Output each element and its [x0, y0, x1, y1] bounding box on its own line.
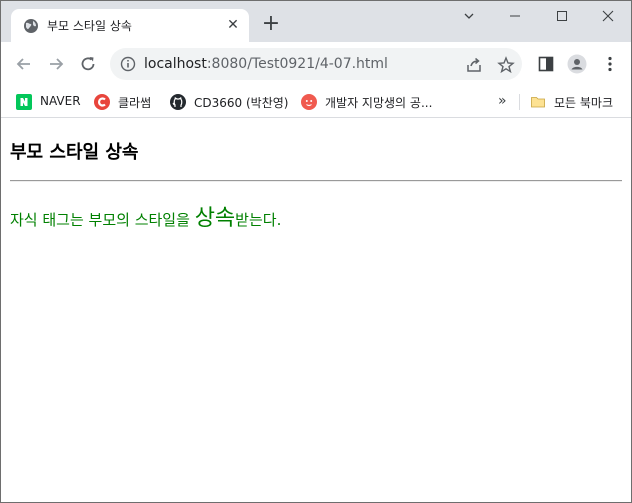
folder-icon	[531, 97, 545, 108]
url-path: :8080/Test0921/4-07.html	[206, 56, 388, 72]
title-bar: 부모 스타일 상속 ✕ +	[1, 1, 631, 42]
profile-avatar-icon[interactable]	[567, 54, 587, 74]
bookmark-label: NAVER	[40, 94, 81, 108]
page-heading: 부모 스타일 상속	[10, 142, 139, 163]
bookmark-label: CD3660 (박찬영)	[194, 96, 289, 110]
blog-icon	[301, 94, 317, 110]
address-bar[interactable]: localhost:8080/Test0921/4-07.html	[110, 48, 522, 80]
share-icon[interactable]	[465, 56, 483, 74]
github-icon	[170, 94, 186, 110]
info-icon[interactable]	[120, 56, 136, 72]
chevron-down-icon	[464, 13, 474, 19]
bookmark-label: 개발자 지망생의 공...	[325, 96, 433, 110]
side-panel-icon[interactable]	[536, 54, 556, 74]
back-icon[interactable]	[14, 54, 34, 74]
para-text-after: 받는다.	[235, 211, 282, 229]
para-text-before: 자식 태그는 부모의 스타일을	[10, 211, 195, 229]
tab-close-icon[interactable]: ✕	[225, 17, 241, 33]
inherit-paragraph: 자식 태그는 부모의 스타일을 상속받는다.	[10, 200, 281, 232]
browser-window: 부모 스타일 상속 ✕ + localhost:8080/Test0921/4-…	[0, 0, 632, 503]
active-tab[interactable]: 부모 스타일 상속 ✕	[11, 9, 249, 42]
reload-icon[interactable]	[78, 54, 98, 74]
para-emphasis: 상속	[194, 206, 236, 231]
star-icon[interactable]	[497, 56, 515, 74]
bookmark-label: 클라썸	[118, 96, 152, 110]
bookmarks-overflow-button[interactable]: »	[498, 93, 507, 113]
page-content: 부모 스타일 상속 자식 태그는 부모의 스타일을 상속받는다.	[1, 118, 631, 502]
minimize-button[interactable]	[492, 1, 538, 31]
globe-icon	[24, 19, 38, 33]
naver-icon	[16, 94, 32, 110]
maximize-icon	[557, 11, 567, 21]
tab-search-button[interactable]	[446, 1, 492, 31]
bookmark-label: 모든 북마크	[554, 96, 614, 110]
maximize-button[interactable]	[539, 1, 585, 31]
horizontal-rule	[10, 180, 622, 182]
close-icon	[602, 10, 614, 22]
close-window-button[interactable]	[585, 1, 631, 31]
new-tab-button[interactable]: +	[261, 13, 281, 35]
menu-dots-icon[interactable]	[600, 54, 620, 74]
toolbar: localhost:8080/Test0921/4-07.html	[1, 42, 631, 87]
bookmarks-divider	[519, 94, 520, 110]
classum-icon	[94, 94, 110, 110]
minimize-icon	[510, 15, 520, 17]
url-host: localhost	[144, 56, 207, 72]
forward-icon[interactable]	[46, 54, 66, 74]
tab-title: 부모 스타일 상속	[47, 19, 132, 33]
bookmarks-bar: NAVER 클라썸 CD3660 (박찬영) 개발자 지망생의 공... » 모…	[1, 87, 631, 118]
url-text[interactable]: localhost:8080/Test0921/4-07.html	[144, 56, 388, 72]
